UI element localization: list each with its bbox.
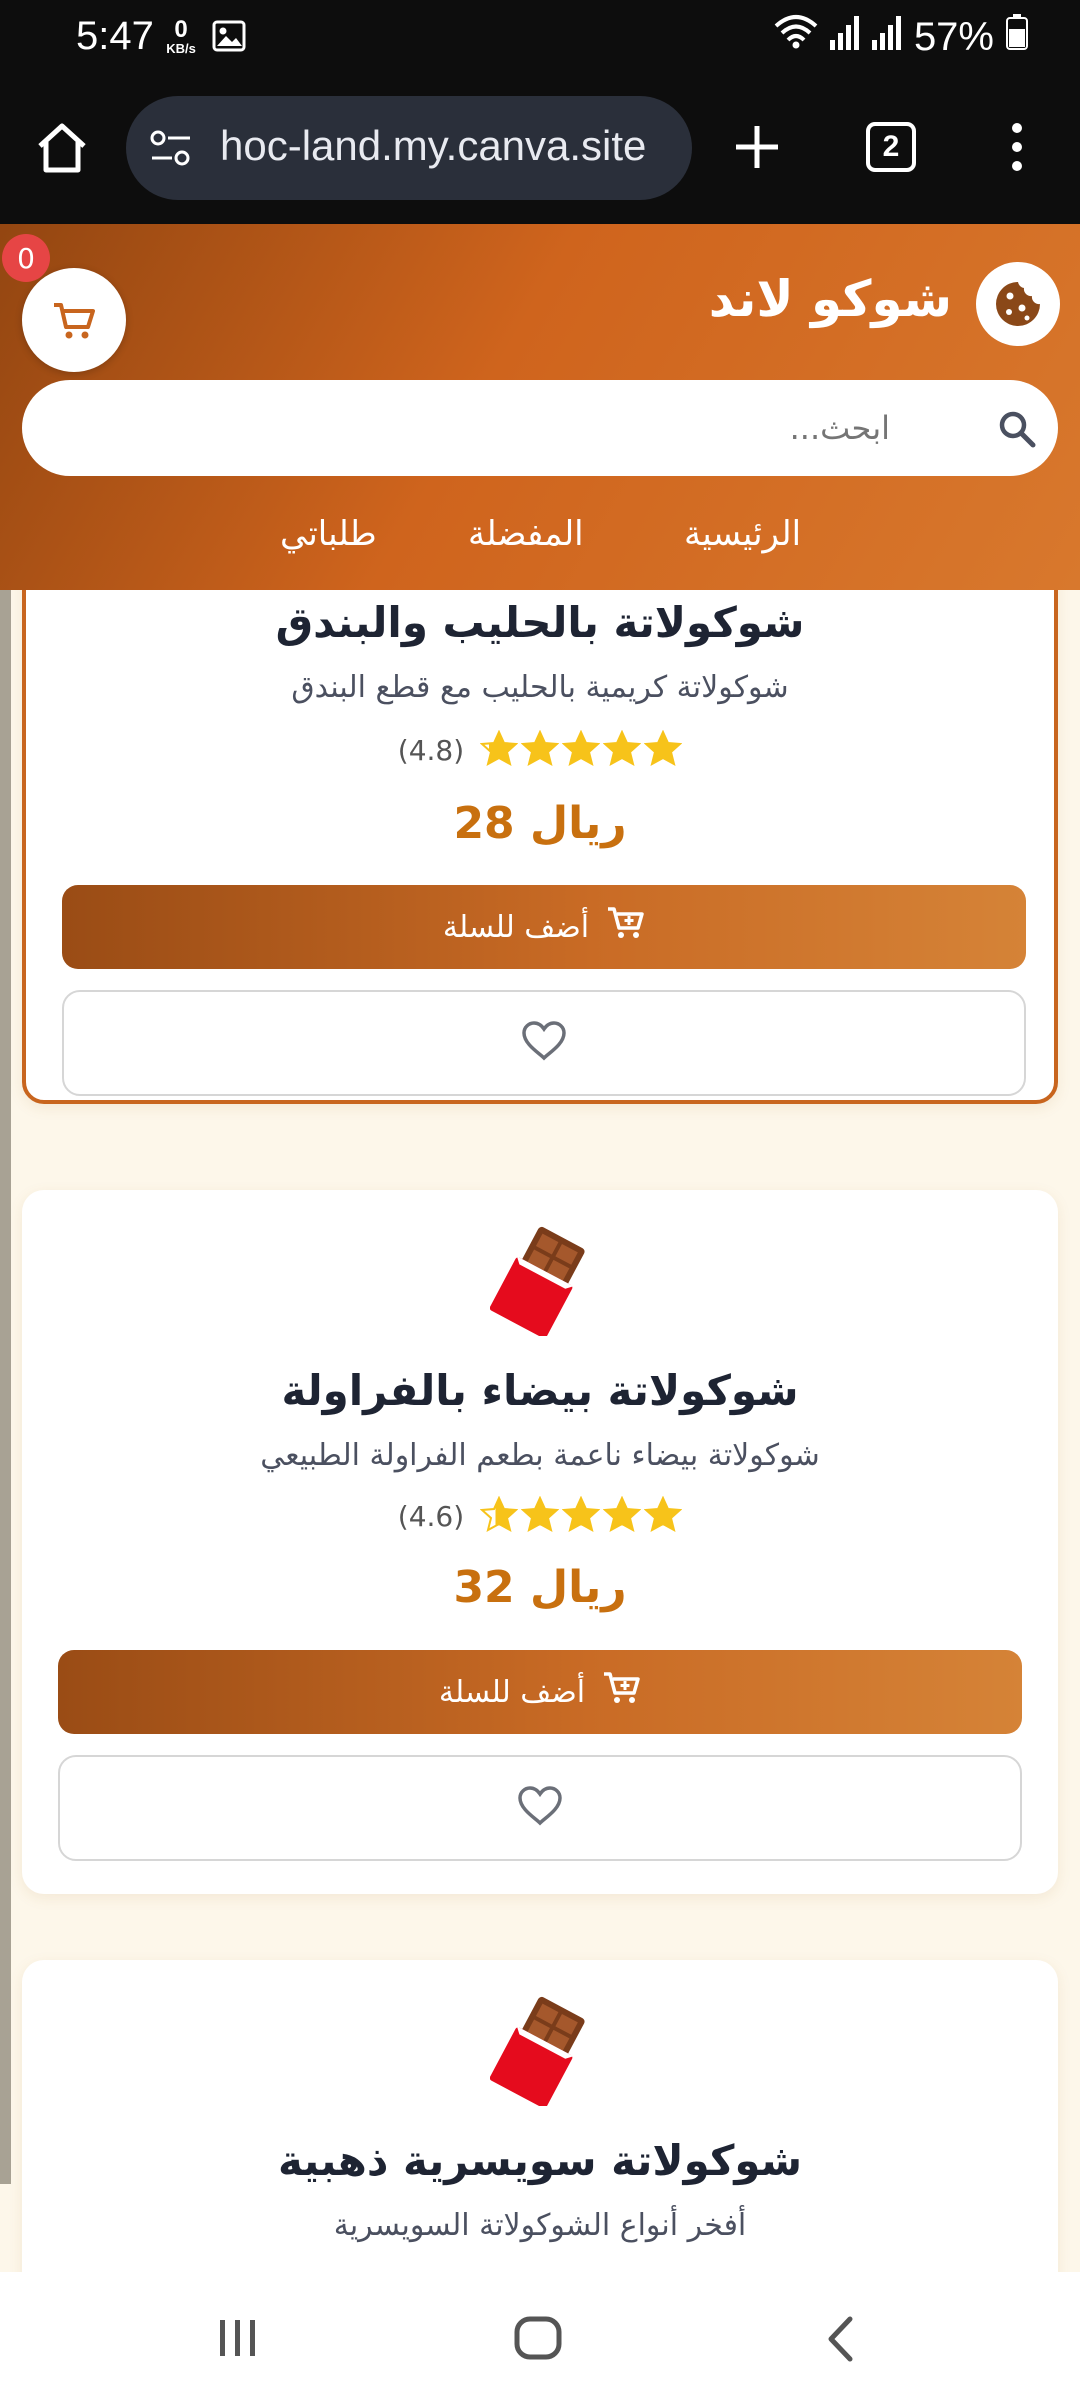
status-right-group: 57%: [774, 14, 1028, 60]
add-to-cart-label: أضف للسلة: [438, 1674, 586, 1710]
new-tab-icon[interactable]: [734, 124, 780, 174]
gallery-notification-icon: [212, 20, 246, 56]
cart-icon: [53, 302, 95, 344]
search-icon[interactable]: [998, 410, 1036, 452]
star-icon: [602, 1495, 642, 1536]
system-nav-bar: [0, 2272, 1080, 2400]
star-icon: [602, 729, 642, 770]
rating-value: (4.8): [397, 733, 465, 767]
tab-count: 2: [882, 130, 900, 163]
network-speed-value: 0: [174, 16, 188, 43]
brand-logo[interactable]: [976, 262, 1060, 346]
status-time: 5:47: [76, 14, 154, 58]
add-to-cart-label: أضف للسلة: [442, 909, 590, 945]
signal-1-icon: [829, 15, 860, 60]
product-price: 32 ريال: [453, 1562, 627, 1613]
product-title: شوكولاتة بالحليب والبندق: [275, 598, 805, 647]
cart-plus-icon: [607, 906, 645, 948]
star-icon: [643, 1495, 683, 1536]
star-icon: [561, 1495, 601, 1536]
add-to-cart-button[interactable]: أضف للسلة: [58, 1650, 1022, 1734]
brand-title[interactable]: شوكو لاند: [709, 270, 952, 328]
product-description: شوكولاتة بيضاء ناعمة بطعم الفراولة الطبي…: [260, 1438, 820, 1473]
product-description: أفخر أنواع الشوكولاتة السويسرية: [333, 2208, 747, 2243]
battery-icon: [1006, 14, 1028, 60]
network-speed-unit: KB/s: [166, 41, 196, 56]
product-title: شوكولاتة سويسرية ذهبية: [277, 2136, 803, 2185]
product-card[interactable]: شوكولاتة سويسرية ذهبية أفخر أنواع الشوكو…: [22, 1960, 1058, 2272]
favorite-button[interactable]: [62, 990, 1026, 1096]
nav-home[interactable]: الرئيسية: [684, 514, 801, 554]
cart-count-badge: 0: [2, 234, 50, 282]
back-icon[interactable]: [826, 2316, 854, 2366]
star-icon: [479, 1495, 519, 1536]
product-title: شوكولاتة بيضاء بالفراولة: [281, 1366, 799, 1415]
home-nav-icon[interactable]: [514, 2316, 562, 2364]
product-rating: (4.6): [22, 1495, 1058, 1536]
web-page: شوكولاتة بالحليب والبندق شوكولاتة كريمية…: [0, 224, 1080, 2272]
cart-button[interactable]: [22, 268, 126, 372]
heart-icon: [521, 1021, 567, 1065]
tab-switcher-button[interactable]: 2: [866, 122, 916, 172]
network-speed: 0 KB/s: [162, 16, 200, 56]
url-text[interactable]: hoc-land.my.canva.site: [220, 122, 646, 170]
site-header: 0 شوكو لاند الرئيسية المفضلة طلباتي: [0, 224, 1080, 590]
cookie-icon: [994, 280, 1042, 332]
add-to-cart-button[interactable]: أضف للسلة: [62, 885, 1026, 969]
nav-favorites[interactable]: المفضلة: [468, 514, 584, 554]
rating-stars: [479, 729, 683, 770]
product-rating: (4.8): [26, 729, 1054, 770]
site-info-icon[interactable]: [148, 126, 194, 174]
product-price: 28 ريال: [453, 798, 627, 849]
star-icon: [561, 729, 601, 770]
product-card[interactable]: شوكولاتة بيضاء بالفراولة شوكولاتة بيضاء …: [22, 1190, 1058, 1894]
chocolate-bar-icon: [489, 1996, 590, 2110]
star-icon: [479, 729, 519, 770]
rating-stars: [479, 1495, 683, 1536]
search-input[interactable]: [62, 380, 982, 476]
heart-icon: [517, 1786, 563, 1830]
rating-value: (4.6): [397, 1499, 465, 1533]
address-bar[interactable]: hoc-land.my.canva.site: [126, 96, 692, 200]
wifi-icon: [774, 14, 818, 60]
nav-orders[interactable]: طلباتي: [280, 514, 377, 554]
battery-percent: 57%: [913, 14, 994, 59]
favorite-button[interactable]: [58, 1755, 1022, 1861]
chocolate-bar-icon: [489, 1226, 590, 1340]
recent-apps-icon[interactable]: [218, 2318, 258, 2362]
star-icon: [520, 1495, 560, 1536]
browser-toolbar: hoc-land.my.canva.site 2: [0, 78, 1080, 224]
cart-plus-icon: [603, 1671, 641, 1713]
star-icon: [520, 729, 560, 770]
search-bar[interactable]: [22, 380, 1058, 476]
product-description: شوكولاتة كريمية بالحليب مع قطع البندق: [291, 670, 789, 705]
home-icon[interactable]: [34, 120, 90, 180]
more-menu-icon[interactable]: [1010, 122, 1024, 176]
cart-count: 0: [17, 241, 35, 275]
star-icon: [643, 729, 683, 770]
signal-2-icon: [871, 15, 902, 60]
status-bar: 5:47 0 KB/s 57%: [0, 0, 1080, 78]
